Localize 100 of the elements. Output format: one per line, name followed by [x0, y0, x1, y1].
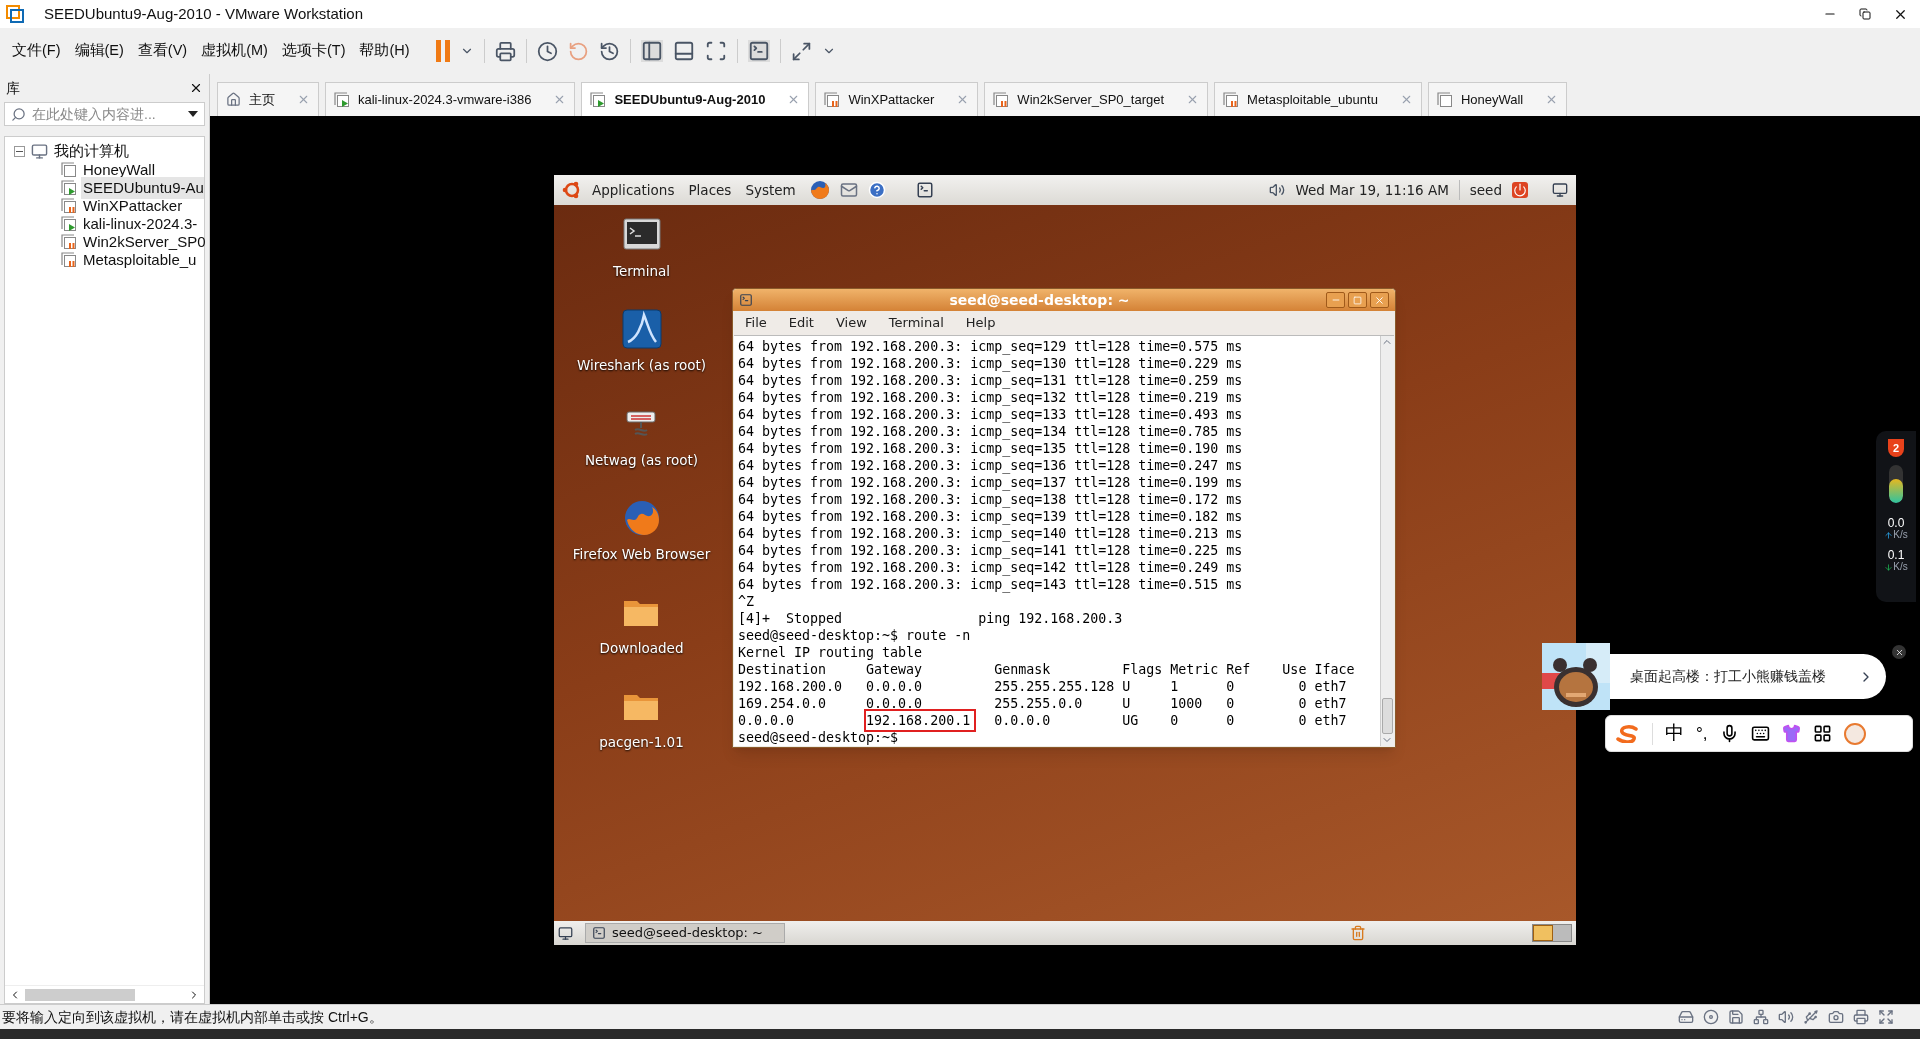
- show-desktop-icon[interactable]: [558, 925, 573, 941]
- minimize-button[interactable]: [1326, 292, 1345, 308]
- terminal-line: 64 bytes from 192.168.200.3: icmp_seq=130 ttl=128 time=0.229 ms: [738, 355, 1244, 372]
- ad-banner[interactable]: 桌面起高楼：打工小熊赚钱盖楼: [1610, 654, 1886, 699]
- download-speed: 0.1: [1887, 549, 1905, 561]
- console-icon[interactable]: [747, 40, 770, 62]
- menu-item[interactable]: 编辑(E): [74, 40, 124, 62]
- terminal-line: seed@seed-desktop:~$: [738, 729, 900, 746]
- desktop-icon-label[interactable]: Downloaded: [599, 638, 684, 659]
- input-mode[interactable]: 中: [1665, 719, 1684, 748]
- mail-icon[interactable]: [839, 181, 858, 199]
- terminal-line: 64 bytes from 192.168.200.3: icmp_seq=141 ttl=128 time=0.225 ms: [738, 542, 1244, 559]
- close-button[interactable]: [1892, 645, 1906, 659]
- power-icon[interactable]: [1512, 182, 1528, 198]
- search-field[interactable]: 在此处键入内容进...: [4, 102, 205, 126]
- menu-item[interactable]: 文件(F): [12, 40, 61, 62]
- menu-item[interactable]: 虚拟机(M): [201, 40, 268, 62]
- menu-item[interactable]: View: [835, 313, 867, 333]
- terminal-line: [4]+ Stopped ping 192.168.200.3: [738, 610, 1124, 627]
- tab[interactable]: WinXPattacker: [815, 82, 979, 116]
- fit-view-icon[interactable]: [704, 40, 727, 62]
- horizontal-scrollbar[interactable]: [5, 985, 204, 1003]
- vm-paused-icon: [1223, 91, 1240, 108]
- maximize-button[interactable]: [1348, 292, 1367, 308]
- workspace-switcher[interactable]: [1532, 924, 1572, 942]
- tab[interactable]: 主页: [217, 82, 319, 116]
- menu-item[interactable]: File: [745, 313, 767, 333]
- shark-fin-icon: [621, 309, 662, 350]
- terminal-line: 64 bytes from 192.168.200.3: icmp_seq=142 ttl=128 time=0.249 ms: [738, 559, 1244, 576]
- tab[interactable]: SEEDUbuntu9-Aug-2010: [581, 82, 810, 116]
- desktop-icon-label[interactable]: Terminal: [612, 261, 671, 282]
- menu-item[interactable]: 帮助(H): [359, 40, 410, 62]
- vm-running-icon: [61, 216, 77, 232]
- camera-icon[interactable]: [1828, 1009, 1844, 1025]
- dropdown-caret-icon[interactable]: [188, 111, 198, 117]
- thumbnail-view-icon[interactable]: [672, 40, 695, 62]
- fullscreen-icon[interactable]: [790, 40, 812, 62]
- desktop-icon-label[interactable]: Wireshark (as root): [576, 355, 707, 376]
- avatar[interactable]: [1843, 722, 1866, 745]
- ad-text[interactable]: 桌面起高楼：打工小熊赚钱盖楼: [1630, 666, 1858, 687]
- shirt-icon[interactable]: [1781, 724, 1801, 743]
- vm-paused-icon: [61, 234, 77, 250]
- monitor-icon[interactable]: [1552, 182, 1568, 198]
- speed-unit: K/s: [1893, 529, 1908, 541]
- desktop-icon-label[interactable]: Firefox Web Browser: [572, 543, 711, 564]
- tab[interactable]: HoneyWall: [1427, 82, 1568, 116]
- usb-icon[interactable]: [1803, 1009, 1819, 1025]
- clock[interactable]: Wed Mar 19, 11:16 AM: [1295, 179, 1449, 201]
- network-monitor-widget[interactable]: 2 0.0 K/s 0.1 K/s: [1876, 431, 1916, 602]
- disc-icon[interactable]: [1703, 1009, 1719, 1025]
- panel-menu[interactable]: System: [745, 179, 796, 201]
- speaker-icon[interactable]: [1269, 182, 1286, 198]
- panel-menu[interactable]: Places: [688, 179, 732, 201]
- close-icon[interactable]: [189, 81, 203, 95]
- trash-icon[interactable]: [1350, 925, 1366, 941]
- keyboard-icon[interactable]: [1750, 724, 1770, 743]
- terminal-line: 64 bytes from 192.168.200.3: icmp_seq=136 ttl=128 time=0.247 ms: [738, 457, 1244, 474]
- menu-item[interactable]: Edit: [788, 313, 814, 333]
- panel-menu[interactable]: Applications: [592, 179, 675, 201]
- scrollbar-thumb[interactable]: [25, 988, 135, 1001]
- globe-fox-icon[interactable]: [809, 180, 830, 200]
- printer-icon[interactable]: [1853, 1009, 1869, 1025]
- vm-paused-icon: [824, 91, 841, 108]
- desktop-icon-label[interactable]: pacgen-1.01: [599, 732, 684, 753]
- scrollbar-thumb[interactable]: [1382, 698, 1393, 734]
- terminal-line: 64 bytes from 192.168.200.3: icmp_seq=129 ttl=128 time=0.575 ms: [738, 338, 1244, 355]
- terminal-line: ^Z: [738, 593, 755, 610]
- sidebar-view-icon[interactable]: [640, 40, 663, 62]
- user-name[interactable]: seed: [1469, 179, 1502, 201]
- tree-item[interactable]: SEEDUbuntu9-Au: [81, 176, 204, 200]
- terminal-icon[interactable]: [915, 181, 934, 199]
- punctuation-mode[interactable]: °,: [1696, 720, 1708, 747]
- menu-item[interactable]: Terminal: [888, 313, 944, 333]
- terminal-line: seed@seed-desktop:~$ route -n: [738, 627, 972, 644]
- help-icon[interactable]: [867, 181, 886, 199]
- menu-item[interactable]: Help: [965, 313, 996, 333]
- s-logo-icon[interactable]: [1616, 724, 1640, 743]
- tab[interactable]: Win2kServer_SP0_target: [984, 82, 1209, 116]
- floppy-icon[interactable]: [1728, 1009, 1744, 1025]
- taskbar-window-button[interactable]: seed@seed-desktop: ~: [585, 923, 785, 943]
- speaker-icon[interactable]: [1778, 1009, 1794, 1025]
- snapshot-icon[interactable]: [536, 40, 558, 62]
- tab[interactable]: kali-linux-2024.3-vmware-i386: [325, 82, 576, 116]
- pause-icon[interactable]: [435, 40, 450, 62]
- app-logo-icon: [6, 5, 24, 23]
- home-icon: [226, 92, 241, 107]
- grid-icon[interactable]: [1812, 724, 1832, 743]
- terminal-line: 64 bytes from 192.168.200.3: icmp_seq=143 ttl=128 time=0.515 ms: [738, 576, 1244, 593]
- menu-item[interactable]: 选项卡(T): [281, 40, 346, 62]
- terminal-line: 64 bytes from 192.168.200.3: icmp_seq=133 ttl=128 time=0.493 ms: [738, 406, 1244, 423]
- desktop-icon-label[interactable]: Netwag (as root): [584, 449, 699, 470]
- collapse-toggle[interactable]: [14, 145, 25, 157]
- network-icon[interactable]: [1753, 1009, 1769, 1025]
- tab[interactable]: Metasploitable_ubuntu: [1214, 82, 1422, 116]
- menu-item[interactable]: 查看(V): [137, 40, 188, 62]
- restore-icon[interactable]: [1859, 8, 1871, 20]
- snapshot-manager-icon[interactable]: [598, 40, 620, 62]
- terminal-line: 64 bytes from 192.168.200.3: icmp_seq=135 ttl=128 time=0.190 ms: [738, 440, 1244, 457]
- scrollbar[interactable]: [1380, 336, 1394, 746]
- terminal-line: 169.254.0.0 0.0.0.0 255.255.0.0 U 1000 0 0 eth7: [738, 695, 1348, 712]
